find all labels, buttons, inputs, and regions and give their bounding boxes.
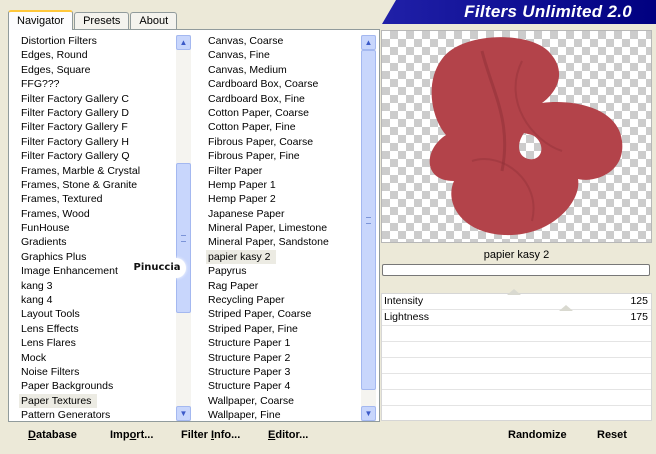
randomize-button[interactable]: Randomize (508, 429, 567, 441)
reset-button[interactable]: Reset (597, 429, 627, 441)
scrollbar-thumb[interactable] (361, 50, 376, 390)
category-scrollbar[interactable]: ▲ ▼ (176, 35, 191, 421)
list-item[interactable]: Striped Paper, Coarse (206, 307, 361, 321)
list-item[interactable]: Paper Backgrounds (19, 379, 177, 393)
slider-empty (382, 342, 651, 358)
preview-image (429, 37, 623, 236)
slider-empty (382, 406, 651, 422)
preview-area[interactable] (381, 30, 652, 243)
list-item[interactable]: Rag Paper (206, 279, 361, 293)
list-item[interactable]: Papyrus (206, 264, 361, 278)
scroll-up-icon[interactable]: ▲ (176, 35, 191, 50)
list-item[interactable]: Fibrous Paper, Fine (206, 149, 361, 163)
parameter-panel: Intensity 125 Lightness 175 (381, 289, 652, 422)
list-item[interactable]: Paper Textures (19, 393, 98, 409)
list-item[interactable]: Frames, Textured (19, 192, 177, 206)
scrollbar-thumb[interactable] (176, 163, 191, 314)
list-item[interactable]: Pattern Generators (19, 408, 177, 422)
slider-label: Intensity (384, 295, 424, 307)
list-item[interactable]: FFG??? (19, 77, 177, 91)
preview-toolbar: Randomize Reset (381, 423, 652, 449)
filter-scrollbar[interactable]: ▲ ▼ (361, 35, 376, 421)
list-item[interactable]: Noise Filters (19, 365, 177, 379)
import-button[interactable]: Import... (110, 429, 153, 441)
list-item[interactable]: Edges, Square (19, 63, 177, 77)
list-item[interactable]: Japanese Paper (206, 207, 361, 221)
bottom-toolbar: Database Import... Filter Info... Editor… (8, 423, 380, 449)
list-item[interactable]: Wallpaper, Fine (206, 408, 361, 422)
category-list: Distortion Filters Edges, Round Edges, Squ… (19, 34, 177, 422)
slider-empty (382, 374, 651, 390)
list-item[interactable]: FunHouse (19, 221, 177, 235)
list-item[interactable]: Mineral Paper, Sandstone (206, 235, 361, 249)
list-item[interactable]: Filter Paper (206, 164, 361, 178)
list-item[interactable]: Hemp Paper 2 (206, 192, 361, 206)
list-item[interactable]: Lens Flares (19, 336, 177, 350)
slider-pointer-icon[interactable] (558, 305, 573, 311)
slider-value: 125 (630, 295, 648, 307)
list-item[interactable]: Filter Factory Gallery Q (19, 149, 177, 163)
list-item[interactable]: Cotton Paper, Coarse (206, 106, 361, 120)
list-item[interactable]: Filter Factory Gallery C (19, 92, 177, 106)
list-item[interactable]: kang 4 (19, 293, 177, 307)
list-item[interactable]: Layout Tools (19, 307, 177, 321)
list-item[interactable]: Canvas, Medium (206, 63, 361, 77)
list-item[interactable]: Filter Factory Gallery H (19, 135, 177, 149)
scroll-down-icon[interactable]: ▼ (361, 406, 376, 421)
list-item[interactable]: Hemp Paper 1 (206, 178, 361, 192)
list-item[interactable]: Structure Paper 3 (206, 365, 361, 379)
preview-shape (429, 37, 623, 236)
list-item[interactable]: Structure Paper 2 (206, 351, 361, 365)
author-watermark: Pinuccia (128, 258, 186, 278)
list-item[interactable]: Mineral Paper, Limestone (206, 221, 361, 235)
tab-about[interactable]: About (130, 12, 178, 30)
list-item[interactable]: Cotton Paper, Fine (206, 120, 361, 134)
list-item[interactable]: Filter Factory Gallery F (19, 120, 177, 134)
filter-list: Canvas, Coarse Canvas, Fine Canvas, Medium… (206, 34, 361, 422)
list-item[interactable]: Fibrous Paper, Coarse (206, 135, 361, 149)
scroll-up-icon[interactable]: ▲ (361, 35, 376, 50)
list-item[interactable]: Canvas, Coarse (206, 34, 361, 48)
list-item[interactable]: Cardboard Box, Coarse (206, 77, 361, 91)
slider-label: Lightness (384, 311, 429, 323)
tab-presets[interactable]: Presets (74, 12, 130, 30)
slider-value: 175 (630, 311, 648, 323)
tab-navigator[interactable]: Navigator (8, 10, 74, 30)
list-item[interactable]: Wallpaper, Coarse (206, 394, 361, 408)
progress-bar (382, 264, 650, 276)
app-title-banner: Filters Unlimited 2.0 (382, 0, 656, 24)
list-item[interactable]: Distortion Filters (19, 34, 177, 48)
editor-button[interactable]: Editor... (268, 429, 308, 441)
list-item[interactable]: Structure Paper 1 (206, 336, 361, 350)
list-item[interactable]: Recycling Paper (206, 293, 361, 307)
navigator-panel: Distortion Filters Edges, Round Edges, Squ… (8, 29, 380, 422)
list-item[interactable]: kang 3 (19, 279, 177, 293)
list-item[interactable]: Structure Paper 4 (206, 379, 361, 393)
filter-info-button[interactable]: Filter Info... (181, 429, 240, 441)
selected-filter-name: papier kasy 2 (483, 249, 550, 261)
list-item[interactable]: Canvas, Fine (206, 48, 361, 62)
slider-empty (382, 390, 651, 406)
slider-empty (382, 358, 651, 374)
scroll-down-icon[interactable]: ▼ (176, 406, 191, 421)
list-item[interactable]: Mock (19, 351, 177, 365)
list-item[interactable]: Lens Effects (19, 322, 177, 336)
slider-intensity[interactable]: Intensity 125 (382, 289, 651, 310)
tab-strip: Navigator Presets About (8, 10, 178, 30)
list-item[interactable]: papier kasy 2 (206, 249, 277, 265)
list-item[interactable]: Gradients (19, 235, 177, 249)
list-item[interactable]: Frames, Marble & Crystal (19, 164, 177, 178)
slider-empty (382, 326, 651, 342)
slider-lightness[interactable]: Lightness 175 (382, 305, 651, 326)
list-item[interactable]: Frames, Stone & Granite (19, 178, 177, 192)
list-item[interactable]: Frames, Wood (19, 207, 177, 221)
list-item[interactable]: Cardboard Box, Fine (206, 92, 361, 106)
list-item[interactable]: Edges, Round (19, 48, 177, 62)
slider-pointer-icon[interactable] (507, 289, 522, 295)
list-item[interactable]: Filter Factory Gallery D (19, 106, 177, 120)
list-item[interactable]: Striped Paper, Fine (206, 322, 361, 336)
database-button[interactable]: Database (28, 429, 77, 441)
